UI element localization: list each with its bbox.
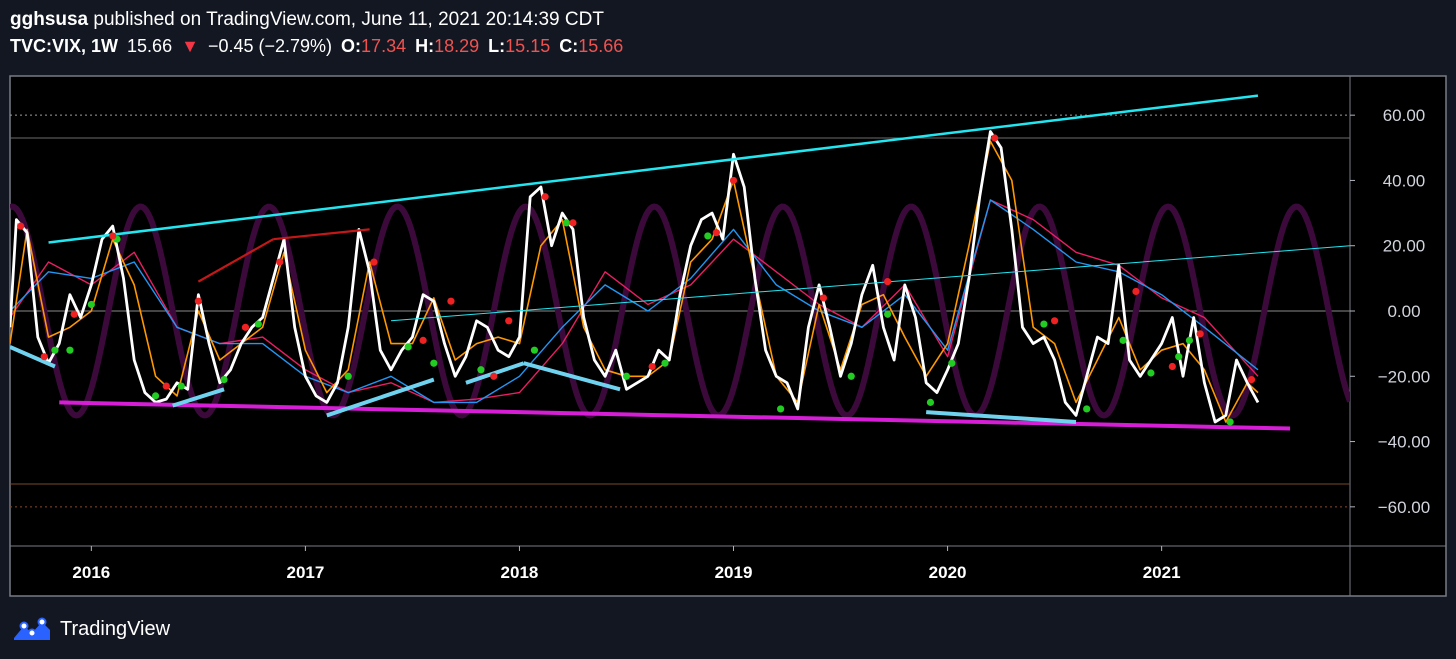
buy-signal-dot xyxy=(151,392,160,400)
x-tick-label: 2016 xyxy=(72,563,110,582)
sell-signal-dot xyxy=(109,232,117,240)
sell-signal-dot xyxy=(162,382,170,390)
sell-signal-dot xyxy=(447,297,455,305)
sell-signal-dot xyxy=(370,258,378,266)
buy-signal-dot xyxy=(847,372,855,380)
y-tick-label: −20.00 xyxy=(1378,367,1430,386)
buy-signal-dot xyxy=(562,219,571,227)
sell-signal-dot xyxy=(241,323,250,331)
buy-signal-dot xyxy=(1175,353,1183,361)
sell-signal-dot xyxy=(991,134,999,142)
y-tick-label: 40.00 xyxy=(1383,171,1426,190)
sell-signal-dot xyxy=(569,219,577,227)
sell-signal-dot xyxy=(490,372,498,380)
sell-signal-dot xyxy=(712,229,720,237)
buy-signal-dot xyxy=(1119,336,1127,344)
buy-signal-dot xyxy=(530,346,539,354)
sell-signal-dot xyxy=(17,222,25,230)
tradingview-brand[interactable]: TradingView xyxy=(60,618,170,641)
buy-signal-dot xyxy=(220,375,228,384)
buy-signal-dot xyxy=(1185,336,1194,344)
buy-signal-dot xyxy=(704,232,712,240)
x-tick-label: 2017 xyxy=(286,563,324,582)
buy-signal-dot xyxy=(177,382,185,390)
buy-signal-dot xyxy=(1083,405,1091,413)
tradingview-logo-icon[interactable] xyxy=(12,616,52,642)
x-tick-label: 2020 xyxy=(929,563,967,582)
buy-signal-dot xyxy=(430,359,438,367)
sell-signal-dot xyxy=(648,362,656,371)
buy-signal-dot xyxy=(404,343,412,351)
buy-signal-dot xyxy=(926,398,935,406)
buy-signal-dot xyxy=(51,346,59,354)
buy-signal-dot xyxy=(1040,320,1048,328)
y-tick-label: −60.00 xyxy=(1378,498,1430,517)
buy-signal-dot xyxy=(1147,369,1155,377)
sell-signal-dot xyxy=(1196,330,1204,338)
sell-signal-dot xyxy=(505,317,513,325)
y-tick-label: −40.00 xyxy=(1378,433,1430,452)
sell-signal-dot xyxy=(1168,362,1176,371)
buy-signal-dot xyxy=(1226,418,1234,426)
buy-signal-dot xyxy=(87,300,95,309)
buy-signal-dot xyxy=(254,320,262,328)
sell-signal-dot xyxy=(1132,287,1140,296)
buy-signal-dot xyxy=(661,359,669,367)
sell-signal-dot xyxy=(1051,317,1059,325)
y-tick-label: 20.00 xyxy=(1383,237,1426,256)
y-tick-label: 60.00 xyxy=(1383,106,1426,125)
buy-signal-dot xyxy=(477,366,485,374)
chart-frame xyxy=(9,75,1447,597)
y-tick-label: 0.00 xyxy=(1387,302,1420,321)
x-tick-label: 2021 xyxy=(1143,563,1181,582)
x-tick-label: 2019 xyxy=(715,563,753,582)
sell-signal-dot xyxy=(541,193,549,201)
sell-signal-dot xyxy=(276,258,284,266)
x-tick-label: 2018 xyxy=(501,563,539,582)
sell-signal-dot xyxy=(819,294,828,302)
buy-signal-dot xyxy=(344,372,352,380)
buy-signal-dot xyxy=(66,346,74,354)
sell-signal-dot xyxy=(194,297,202,305)
buy-signal-dot xyxy=(777,405,785,413)
sell-signal-dot xyxy=(419,336,427,344)
footer: TradingView xyxy=(12,616,170,642)
vix-chart[interactable]: 60.00 40.00 20.00 0.00 −20.00 −40.00 −60.00 201… xyxy=(0,0,1456,659)
sell-signal-dot xyxy=(40,353,48,361)
sell-signal-dot xyxy=(70,310,78,318)
buy-signal-dot xyxy=(884,310,892,318)
sell-signal-dot xyxy=(729,176,738,185)
sell-signal-dot xyxy=(884,278,892,286)
buy-signal-dot xyxy=(948,359,956,367)
buy-signal-dot xyxy=(622,372,631,380)
sell-signal-dot xyxy=(1247,375,1256,384)
